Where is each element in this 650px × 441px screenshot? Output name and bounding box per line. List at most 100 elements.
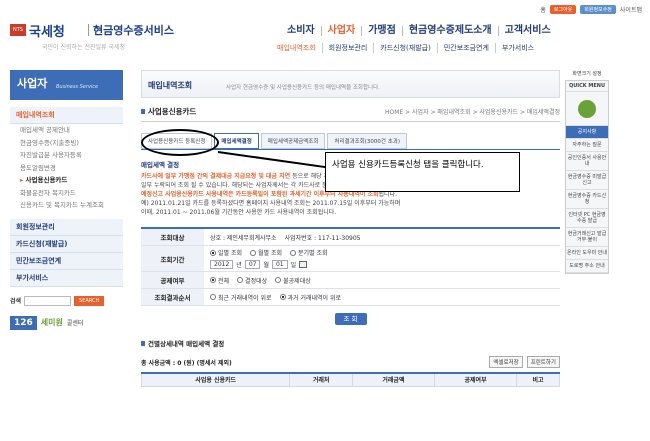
business-number: 사업자번호 : 117-11-30905 bbox=[284, 234, 361, 242]
sidebar-sub-usage-alert[interactable]: 용도알림변경 bbox=[10, 162, 123, 175]
utility-links: 홈 로그아웃 회원정보수정 사이트맵 bbox=[540, 5, 642, 14]
sitemap-link[interactable]: 사이트맵 bbox=[620, 5, 642, 14]
sidebar-item-extra[interactable]: 부가서비스 bbox=[10, 269, 123, 287]
detail-section-title: 건별상세내역 매입세액 결정 bbox=[141, 338, 560, 348]
sidebar-sub-cumulative[interactable]: 신용카드 및 복지카드 누계조회 bbox=[10, 199, 123, 212]
page-title: 매입내역조회 bbox=[148, 81, 193, 90]
callcenter-number: 126 bbox=[10, 315, 37, 330]
page-description: 사업자 현금영수증 및 사업용신용카드 등의 매입내역을 조회합니다. bbox=[226, 85, 380, 91]
day-select[interactable]: 01 bbox=[271, 260, 288, 269]
radio-quarterly[interactable]: 분기별 조회 bbox=[290, 248, 328, 257]
nav-system-intro[interactable]: 현금영수증제도소개 bbox=[401, 26, 498, 36]
form-row-deduct: 공제여부 전체 결정대상 불공제대상 bbox=[141, 272, 560, 289]
deduct-label: 공제여부 bbox=[141, 272, 204, 288]
print-button[interactable]: 프린트하기 bbox=[526, 356, 560, 368]
sidebar-sub-business-card[interactable]: 사업용신용카드 bbox=[10, 174, 123, 187]
quick-menu-title: QUICK MENU bbox=[566, 81, 608, 92]
radio-daily[interactable]: 일별 조회 bbox=[210, 248, 242, 257]
page-title-box: 매입내역조회 사업자 현금영수증 및 사업용신용카드 등의 매입내역을 조회합니… bbox=[141, 70, 560, 98]
tab-vat-decision[interactable]: 매입세액결정 bbox=[214, 133, 259, 149]
excel-save-button[interactable]: 엑셀로저장 bbox=[489, 356, 523, 368]
subnav-purchase[interactable]: 매입내역조회 bbox=[271, 43, 322, 53]
search-button[interactable]: SEARCH bbox=[74, 295, 105, 306]
radio-recent-first[interactable]: 최근 거래내역이 위로 bbox=[210, 293, 272, 302]
search-label: 검색 bbox=[10, 298, 22, 305]
sidebar-search: 검색 SEARCH bbox=[10, 295, 123, 306]
sidebar-item-purchase[interactable]: 매입내역조회 bbox=[10, 107, 123, 124]
subnav-member[interactable]: 회원정보관리 bbox=[321, 43, 374, 53]
screen-size-setting[interactable]: 화면크기 설정 bbox=[565, 70, 609, 77]
search-input[interactable] bbox=[24, 295, 72, 306]
caution-line-2a: 예정신고 사업용신용카드 사용내역은 카드등록일이 포함된 과세기간 이후부터 … bbox=[141, 191, 379, 198]
th-partner: 거래처 bbox=[289, 372, 353, 387]
sidebar-sub-truck-card[interactable]: 화물운전자 복지카드 bbox=[10, 187, 123, 200]
quick-faq[interactable]: 자주하는 질문 bbox=[566, 139, 608, 152]
subnav-subsidy[interactable]: 민간보조금연계 bbox=[436, 43, 495, 53]
tab-deduction-amount[interactable]: 매입세액공제금액조회 bbox=[260, 133, 326, 149]
caution-line-3: 예) 2011.01.21일 카드를 등록하셨다면 홈페이지 사용내역 조회는 … bbox=[141, 200, 401, 207]
quick-card-apply[interactable]: 현금영수증 카드신청 bbox=[566, 190, 608, 209]
quick-notice[interactable]: 공지사항 bbox=[566, 126, 608, 139]
month-select[interactable]: 07 bbox=[244, 260, 261, 269]
sidebar-item-subsidy[interactable]: 민간보조금연계 bbox=[10, 252, 123, 270]
nts-logo-badge[interactable]: NTS bbox=[10, 24, 26, 36]
header: NTS 국세청 현금영수증서비스 국민이 신뢰하는 선진일류 국세청 홈 로그아… bbox=[0, 0, 650, 62]
nav-merchant[interactable]: 가맹점 bbox=[361, 26, 402, 36]
quick-unissued[interactable]: 현금영수증 미발급신고 bbox=[566, 171, 608, 190]
instruction-callout: 사업용 신용카드등록신청 탭을 클릭합니다. bbox=[325, 152, 520, 192]
year-select[interactable]: 2012 bbox=[210, 260, 234, 269]
member-edit-button[interactable]: 회원정보수정 bbox=[580, 5, 616, 14]
caution-line-2b: 됩니다. bbox=[378, 191, 397, 198]
nav-customer-service[interactable]: 고객서비스 bbox=[497, 26, 557, 36]
nav-consumer[interactable]: 소비자 bbox=[281, 26, 321, 36]
sidebar-subtitle: Business Service bbox=[56, 84, 99, 90]
quick-refusal-report[interactable]: 현금거래신고 발급거부·불이 bbox=[566, 228, 608, 247]
sidebar-sub-deduction[interactable]: 매입세액 공제안내 bbox=[10, 124, 123, 137]
th-card: 사업용 신용카드 bbox=[140, 372, 291, 387]
logout-button[interactable]: 로그아웃 bbox=[549, 5, 577, 14]
callcenter-banner[interactable]: 126 세미원 콜센터 bbox=[10, 315, 123, 330]
caution-line-1a: 카드사에 일부 가맹점 간의 결제대금 지급요청 및 대금 지연 bbox=[141, 173, 291, 180]
home-link[interactable]: 홈 bbox=[540, 5, 546, 14]
breadcrumb: HOME > 사업자 > 매입내역조회 > 사업용신용카드 > 매입세액결정 bbox=[384, 109, 560, 116]
subnav-card[interactable]: 카드신청(재발급) bbox=[373, 43, 437, 53]
th-deduct: 공제여부 bbox=[433, 372, 518, 387]
year-unit: 년 bbox=[236, 262, 242, 269]
total-row: 총 사용금액 : 0 (원) (명세서 제외) 엑셀로저장 프린트하기 bbox=[141, 356, 560, 368]
tab-process-result[interactable]: 처리결과조회(3000건 초과) bbox=[327, 133, 407, 149]
form-row-period: 조회기간 일별 조회 월별 조회 분기별 조회 2012 년 07 월 01 일 bbox=[141, 246, 560, 272]
quick-cert[interactable]: 공인인증서 사용안내 bbox=[566, 152, 608, 171]
nav-business[interactable]: 사업자 bbox=[320, 26, 362, 36]
calendar-icon[interactable] bbox=[299, 261, 308, 268]
sidebar-sub-self-issue[interactable]: 자진발급분 사용자등록 bbox=[10, 149, 123, 162]
quick-pc-issue[interactable]: 인터넷 PC 현금영수증 발급 bbox=[566, 209, 608, 228]
target-label: 조회대상 bbox=[141, 229, 204, 245]
sub-nav: 매입내역조회 회원정보관리 카드신청(재발급) 민간보조금연계 부가서비스 bbox=[271, 43, 540, 53]
quick-road-address[interactable]: 도로명 주소 안내 bbox=[566, 260, 608, 273]
radio-decision[interactable]: 결정대상 bbox=[237, 276, 267, 285]
th-note: 비고 bbox=[516, 372, 560, 387]
radio-oldest-first[interactable]: 과거 거래내역이 위로 bbox=[279, 293, 341, 302]
th-amount: 거래금액 bbox=[351, 372, 436, 387]
subnav-extra[interactable]: 부가서비스 bbox=[494, 43, 540, 53]
nts-logo[interactable]: 국세청 bbox=[29, 21, 65, 40]
total-amount: 총 사용금액 : 0 (원) (명세서 제외) bbox=[141, 359, 232, 367]
callcenter-brand: 세미원 bbox=[40, 318, 63, 327]
radio-all[interactable]: 전체 bbox=[210, 276, 229, 285]
highlight-ellipse bbox=[141, 129, 219, 156]
form-row-target: 조회대상 상호 : 제인세무회계사무소 사업자번호 : 117-11-30905 bbox=[141, 229, 560, 246]
radio-nondeduct[interactable]: 불공제대상 bbox=[275, 276, 311, 285]
day-unit: 일 bbox=[290, 262, 297, 269]
service-name[interactable]: 현금영수증서비스 bbox=[93, 22, 174, 38]
slogan: 국민이 신뢰하는 선진일류 국세청 bbox=[42, 44, 126, 51]
sidebar-item-member[interactable]: 회원정보관리 bbox=[10, 218, 123, 236]
sidebar-item-card[interactable]: 카드신청(재발급) bbox=[10, 235, 123, 253]
sidebar-sub-receipt[interactable]: 현금영수증(지출증빙) bbox=[10, 137, 123, 150]
sidebar-header: 사업자 Business Service bbox=[10, 70, 123, 100]
query-button[interactable]: 조 회 bbox=[334, 313, 367, 325]
radio-monthly[interactable]: 월별 조회 bbox=[250, 248, 282, 257]
target-value: 상호 : 제인세무회계사무소 bbox=[210, 234, 277, 242]
quick-online-help[interactable]: 온라인 도우미 안내 bbox=[566, 247, 608, 260]
section-title: 사업용신용카드 bbox=[141, 106, 196, 117]
section-header: 사업용신용카드 HOME > 사업자 > 매입내역조회 > 사업용신용카드 > … bbox=[141, 106, 560, 117]
